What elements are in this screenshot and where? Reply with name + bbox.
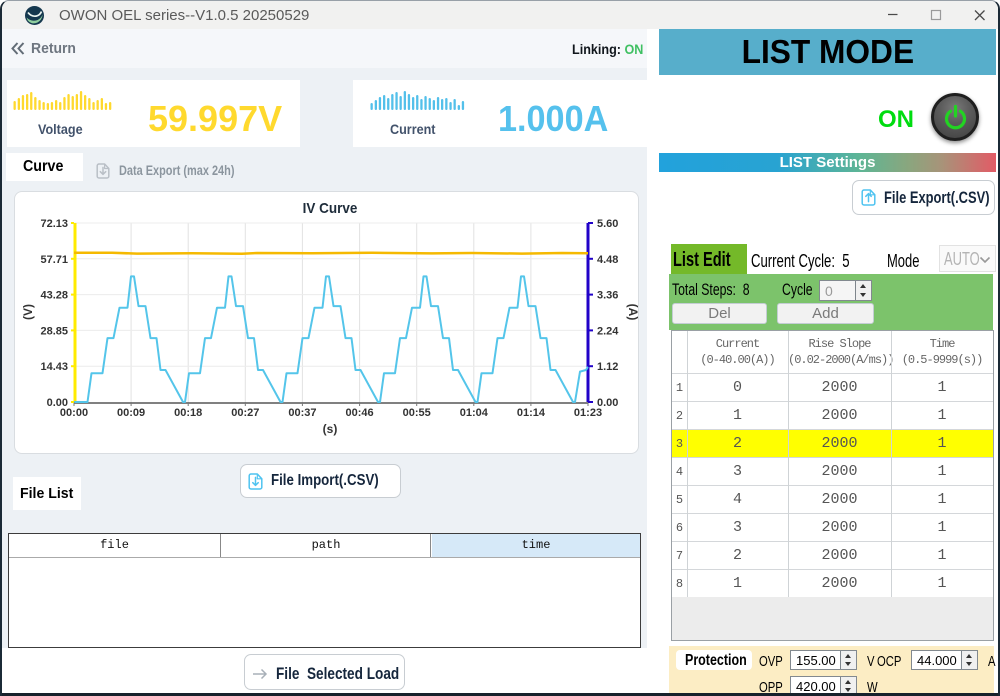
svg-text:28.85: 28.85 xyxy=(40,325,68,337)
svg-text:(A): (A) xyxy=(626,304,640,321)
svg-text:4.48: 4.48 xyxy=(597,254,618,266)
svg-text:57.71: 57.71 xyxy=(40,254,68,266)
svg-text:00:27: 00:27 xyxy=(231,407,259,419)
svg-text:00:46: 00:46 xyxy=(346,407,374,419)
svg-text:00:37: 00:37 xyxy=(288,407,316,419)
svg-text:0.00: 0.00 xyxy=(47,397,68,409)
svg-text:43.28: 43.28 xyxy=(40,290,68,302)
svg-text:01:04: 01:04 xyxy=(460,407,489,419)
svg-text:5.60: 5.60 xyxy=(597,218,618,230)
svg-text:01:14: 01:14 xyxy=(517,407,546,419)
svg-text:14.43: 14.43 xyxy=(40,361,68,373)
svg-text:00:09: 00:09 xyxy=(117,407,145,419)
svg-text:3.36: 3.36 xyxy=(597,290,618,302)
svg-text:1.12: 1.12 xyxy=(597,361,618,373)
svg-text:0.00: 0.00 xyxy=(597,397,618,409)
svg-text:(V): (V) xyxy=(21,304,35,320)
svg-text:(s): (s) xyxy=(323,422,338,436)
svg-text:00:18: 00:18 xyxy=(174,407,202,419)
svg-text:IV Curve: IV Curve xyxy=(303,200,358,217)
svg-text:00:55: 00:55 xyxy=(403,407,431,419)
svg-text:2.24: 2.24 xyxy=(597,325,619,337)
svg-text:72.13: 72.13 xyxy=(40,218,68,230)
